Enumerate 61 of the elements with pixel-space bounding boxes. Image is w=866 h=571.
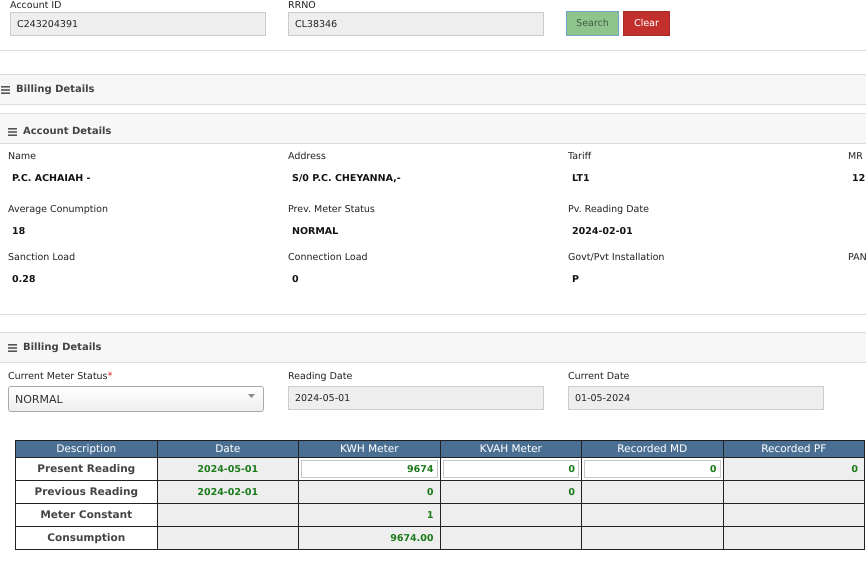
column-header: Recorded MD	[582, 440, 723, 458]
row-label: Consumption	[16, 526, 157, 550]
table-cell: 2024-02-01	[157, 480, 298, 504]
menu-icon	[8, 344, 17, 352]
field-label: Current Meter Status	[8, 371, 108, 384]
field-label: Reading Date	[288, 371, 352, 384]
field-value: 12	[851, 173, 866, 185]
table-cell[interactable]: 0	[582, 458, 723, 480]
field-label: RRNO	[288, 0, 317, 12]
table-cell: 0	[723, 458, 864, 480]
table-cell[interactable]: 0	[440, 458, 582, 480]
section-title: Account Details	[23, 126, 112, 137]
select-dropdown[interactable]: NORMAL	[8, 386, 264, 412]
table-cell: 2024-05-01	[157, 458, 298, 480]
column-header: Date	[157, 440, 298, 458]
caret-icon	[248, 394, 255, 398]
field-label: Current Date	[568, 371, 630, 384]
field-value: P.C. ACHAIAH -	[11, 173, 92, 185]
field-label: Name	[8, 150, 38, 164]
table-cell: 1	[298, 504, 440, 526]
field-value: S/0 P.C. CHEYANNA,-	[291, 173, 402, 185]
field-value: 0	[291, 274, 300, 286]
field-label: Tariff	[568, 150, 592, 164]
required-mark: *	[108, 371, 113, 384]
field-value: 2024-02-01	[571, 226, 634, 238]
field-label: Pv. Reading Date	[568, 203, 650, 217]
field-label: Address	[288, 150, 327, 164]
field-value: 18	[11, 226, 26, 238]
clear-button[interactable]: Clear	[623, 11, 670, 36]
field-label: PAN	[848, 251, 866, 265]
table-cell: 0	[440, 480, 582, 504]
table-cell[interactable]: 9674	[298, 458, 440, 480]
row-label: Previous Reading	[16, 480, 157, 504]
table-cell: 0	[298, 480, 440, 504]
menu-icon	[8, 128, 17, 136]
field-value: 0.28	[11, 274, 36, 286]
field-label: MR	[848, 150, 864, 164]
search-button[interactable]: Search	[566, 11, 619, 36]
column-header: Recorded PF	[723, 440, 864, 458]
field-label: Prev. Meter Status	[288, 203, 376, 217]
field-label: Sanction Load	[8, 251, 76, 265]
column-header: KVAH Meter	[440, 440, 582, 458]
column-header: Description	[16, 440, 157, 458]
field-label: Average Conumption	[8, 203, 110, 217]
column-header: KWH Meter	[298, 440, 440, 458]
row-label: Present Reading	[16, 458, 157, 480]
section-title: Billing Details	[16, 84, 95, 95]
input-field[interactable]: 2024-05-01	[288, 386, 544, 410]
input-field[interactable]: CL38346	[288, 12, 544, 36]
row-label: Meter Constant	[16, 504, 157, 526]
field-value: NORMAL	[291, 226, 340, 238]
input-field[interactable]: C243204391	[10, 12, 266, 36]
menu-icon	[1, 86, 10, 94]
field-value: LT1	[571, 173, 591, 185]
field-value: P	[571, 274, 580, 286]
field-label: Govt/Pvt Installation	[568, 251, 666, 265]
table-cell: 9674.00	[298, 526, 440, 550]
input-field[interactable]: 01-05-2024	[568, 386, 824, 410]
section-title: Billing Details	[23, 342, 102, 353]
field-label: Account ID	[10, 0, 62, 12]
field-label: Connection Load	[288, 251, 369, 265]
